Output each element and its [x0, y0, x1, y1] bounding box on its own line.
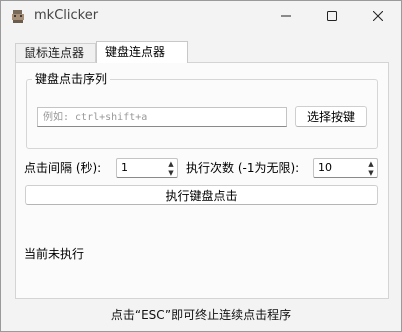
- window-title: mkClicker: [34, 8, 99, 23]
- select-key-button[interactable]: 选择按键: [295, 106, 367, 127]
- tab-mouse-clicker[interactable]: 鼠标连点器: [15, 43, 96, 63]
- interval-spinbox[interactable]: 1 ▲ ▼: [116, 158, 178, 178]
- interval-up-button[interactable]: ▲: [165, 159, 177, 168]
- interval-label: 点击间隔 (秒):: [24, 161, 102, 175]
- key-sequence-group: 键盘点击序列 选择按键: [26, 70, 378, 149]
- app-logo-icon: [10, 9, 26, 24]
- tab-keyboard-clicker[interactable]: 键盘连点器: [96, 41, 188, 63]
- footer-hint: 点击“ESC”即可终止连续点击程序: [110, 308, 292, 322]
- chevron-down-icon: ▼: [368, 168, 374, 177]
- run-keyboard-click-button[interactable]: 执行键盘点击: [25, 185, 378, 205]
- group-title: 键盘点击序列: [32, 70, 111, 87]
- close-button[interactable]: [355, 1, 401, 31]
- app-window: mkClicker 鼠标连点器 键盘连点器 键盘点击序列 选择按键 点击间隔 (…: [0, 0, 402, 332]
- interval-down-button[interactable]: ▼: [165, 168, 177, 177]
- interval-stepper: ▲ ▼: [165, 159, 177, 177]
- minimize-button[interactable]: [263, 1, 309, 31]
- key-sequence-input[interactable]: [37, 107, 287, 127]
- count-up-button[interactable]: ▲: [365, 159, 377, 168]
- close-icon: [373, 11, 383, 21]
- minimize-icon: [281, 15, 291, 17]
- chevron-up-icon: ▲: [368, 159, 374, 168]
- status-text: 当前未执行: [24, 247, 85, 261]
- interval-value: 1: [121, 161, 128, 174]
- chevron-down-icon: ▼: [168, 168, 174, 177]
- count-spinbox[interactable]: 10 ▲ ▼: [313, 158, 378, 178]
- count-value: 10: [318, 161, 332, 174]
- count-down-button[interactable]: ▼: [365, 168, 377, 177]
- count-stepper: ▲ ▼: [365, 159, 377, 177]
- maximize-button[interactable]: [309, 1, 355, 31]
- chevron-up-icon: ▲: [168, 159, 174, 168]
- maximize-icon: [327, 11, 337, 21]
- keyboard-clicker-panel: 键盘点击序列 选择按键 点击间隔 (秒): 1 ▲ ▼ 执行次数 (-1为无限)…: [15, 62, 389, 299]
- title-bar[interactable]: mkClicker: [1, 1, 401, 31]
- count-label: 执行次数 (-1为无限):: [186, 161, 300, 175]
